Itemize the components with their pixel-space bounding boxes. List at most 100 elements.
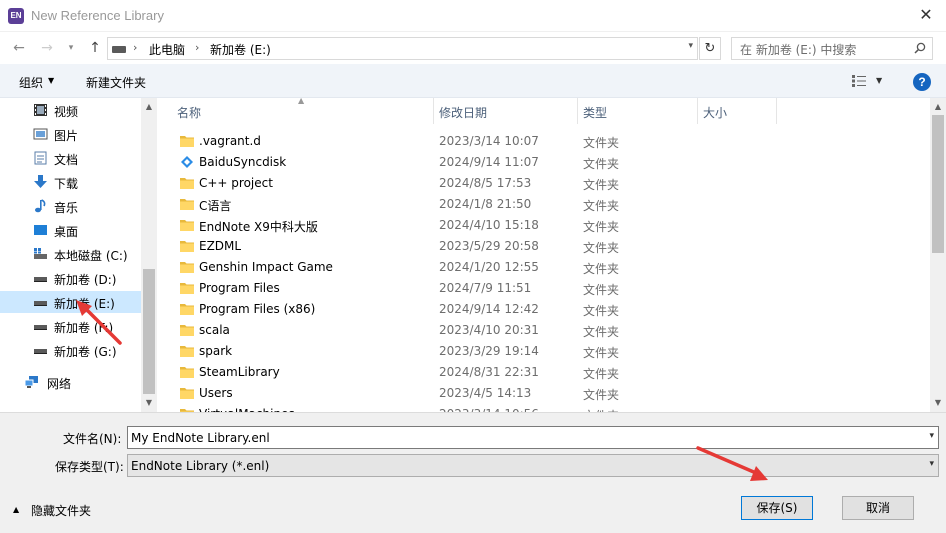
file-list-scrollbar[interactable]: ▲ ▼: [930, 98, 946, 412]
desktop-icon: [34, 225, 47, 235]
folder-icon: [180, 388, 194, 399]
search-input[interactable]: 在 新加卷 (E:) 中搜索: [731, 37, 933, 60]
scrollbar-thumb[interactable]: [932, 115, 944, 253]
column-header-type[interactable]: 类型: [583, 104, 607, 121]
scroll-down-arrow[interactable]: ▼: [141, 396, 157, 410]
file-row[interactable]: VirtualMachines2023/3/14 10:56文件夹: [157, 404, 930, 412]
forward-button[interactable]: →: [36, 38, 58, 58]
folder-icon: [180, 283, 194, 294]
folder-icon: [180, 262, 194, 273]
file-row[interactable]: Program Files 2024/7/9 11:51 文件夹: [157, 278, 930, 299]
hide-folders-toggle[interactable]: 隐藏文件夹: [31, 502, 91, 519]
navigation-pane: 视频 图片 文档 下载 音乐 桌面 本地磁盘 (C:) 新加卷 (D:) 新加卷…: [0, 98, 157, 412]
scrollbar-thumb[interactable]: [143, 269, 155, 394]
column-divider[interactable]: [577, 98, 578, 124]
drive-icon: [112, 46, 126, 53]
chevron-down-icon: ▾: [929, 459, 934, 469]
sidebar-item-documents[interactable]: 文档: [0, 147, 141, 169]
file-type: 文件夹: [583, 283, 620, 297]
view-dropdown-icon[interactable]: ▼: [876, 76, 882, 85]
chevron-up-icon[interactable]: ▲: [13, 505, 19, 514]
file-date: 2024/9/14 12:42: [439, 302, 539, 316]
sidebar-item-videos[interactable]: 视频: [0, 99, 141, 121]
window-title: New Reference Library: [31, 8, 164, 23]
file-row[interactable]: EndNote X9中科大版 2024/4/10 15:18 文件夹: [157, 215, 930, 236]
scroll-up-arrow[interactable]: ▲: [930, 100, 946, 114]
address-history-dropdown[interactable]: ▾: [688, 41, 693, 51]
drive-icon: [34, 277, 47, 282]
file-type: 文件夹: [583, 136, 620, 150]
breadcrumb-separator[interactable]: ›: [195, 41, 199, 54]
sidebar-item-label: 下载: [54, 177, 79, 191]
column-header-size[interactable]: 大小: [703, 104, 727, 121]
file-date: 2024/8/5 17:53: [439, 176, 532, 190]
file-row[interactable]: .vagrant.d 2023/3/14 10:07 文件夹: [157, 131, 930, 152]
file-row[interactable]: scala 2023/4/10 20:31 文件夹: [157, 320, 930, 341]
file-date: 2024/7/9 11:51: [439, 281, 532, 295]
chevron-down-icon: ▼: [48, 76, 55, 85]
sidebar-item-downloads[interactable]: 下载: [0, 171, 141, 193]
folder-icon: [180, 199, 194, 210]
help-button[interactable]: ?: [913, 73, 931, 91]
recent-locations-button[interactable]: ▾: [64, 38, 78, 58]
organize-button[interactable]: 组织: [19, 74, 43, 91]
sidebar-item-network[interactable]: 网络: [0, 371, 141, 393]
file-name: EndNote X9中科大版: [199, 220, 318, 234]
column-divider[interactable]: [776, 98, 777, 124]
sidebar-item-drive-e[interactable]: 新加卷 (E:): [0, 291, 141, 313]
file-row[interactable]: Program Files (x86) 2024/9/14 12:42 文件夹: [157, 299, 930, 320]
cancel-button[interactable]: 取消: [842, 496, 914, 520]
file-row[interactable]: Genshin Impact Game 2024/1/20 12:55 文件夹: [157, 257, 930, 278]
address-bar[interactable]: › 此电脑 › 新加卷 (E:) ▾: [107, 37, 698, 60]
file-row[interactable]: EZDML 2023/5/29 20:58 文件夹: [157, 236, 930, 257]
file-date: 2023/3/14 10:07: [439, 134, 539, 148]
file-row[interactable]: C语言 2024/1/8 21:50 文件夹: [157, 194, 930, 215]
filename-history-dropdown[interactable]: ▾: [929, 431, 934, 441]
file-row[interactable]: BaiduSyncdisk 2024/9/14 11:07 文件夹: [157, 152, 930, 173]
column-divider[interactable]: [433, 98, 434, 124]
scroll-up-arrow[interactable]: ▲: [141, 100, 157, 114]
file-type: 文件夹: [583, 346, 620, 360]
refresh-button[interactable]: ↻: [699, 37, 721, 60]
save-form: 文件名(N): ▾ 保存类型(T): EndNote Library (*.en…: [0, 412, 946, 533]
sidebar-item-pictures[interactable]: 图片: [0, 123, 141, 145]
back-button[interactable]: ←: [8, 38, 30, 58]
sidebar-item-label: 音乐: [54, 201, 79, 215]
drive-icon: [34, 301, 47, 306]
column-divider[interactable]: [697, 98, 698, 124]
file-row[interactable]: spark 2023/3/29 19:14 文件夹: [157, 341, 930, 362]
up-button[interactable]: ↑: [84, 38, 106, 58]
filename-field[interactable]: ▾: [127, 426, 939, 449]
file-name: Program Files: [199, 281, 280, 295]
column-header-name[interactable]: 名称: [177, 104, 201, 121]
file-row[interactable]: C++ project 2024/8/5 17:53 文件夹: [157, 173, 930, 194]
close-button[interactable]: ✕: [914, 4, 938, 26]
folder-icon: [180, 241, 194, 252]
title-bar: EN New Reference Library ✕: [0, 0, 946, 32]
save-type-select[interactable]: EndNote Library (*.enl) ▾: [127, 454, 939, 477]
sidebar-item-drive-f[interactable]: 新加卷 (F:): [0, 315, 141, 337]
breadcrumb-this-pc[interactable]: 此电脑: [149, 41, 185, 58]
column-header-date[interactable]: 修改日期: [439, 104, 487, 121]
breadcrumb-drive-e[interactable]: 新加卷 (E:): [210, 41, 271, 58]
breadcrumb-separator[interactable]: ›: [133, 41, 137, 54]
filename-input[interactable]: [131, 429, 921, 446]
save-button[interactable]: 保存(S): [741, 496, 813, 520]
sidebar-item-drive-c[interactable]: 本地磁盘 (C:): [0, 243, 141, 265]
drive-icon: [34, 349, 47, 354]
save-type-value: EndNote Library (*.enl): [131, 459, 270, 473]
sidebar-item-label: 新加卷 (F:): [54, 321, 114, 335]
new-folder-button[interactable]: 新建文件夹: [86, 74, 146, 91]
sidebar-scrollbar[interactable]: ▲ ▼: [141, 98, 157, 412]
sidebar-item-label: 文档: [54, 153, 79, 167]
scroll-down-arrow[interactable]: ▼: [930, 396, 946, 410]
file-row[interactable]: SteamLibrary 2024/8/31 22:31 文件夹: [157, 362, 930, 383]
sidebar-item-drive-g[interactable]: 新加卷 (G:): [0, 339, 141, 361]
file-type: 文件夹: [583, 262, 620, 276]
sidebar-item-drive-d[interactable]: 新加卷 (D:): [0, 267, 141, 289]
file-row[interactable]: Users 2023/4/5 14:13 文件夹: [157, 383, 930, 404]
folder-icon: [180, 367, 194, 378]
view-options-icon[interactable]: [851, 74, 867, 88]
sidebar-item-desktop[interactable]: 桌面: [0, 219, 141, 241]
sidebar-item-music[interactable]: 音乐: [0, 195, 141, 217]
